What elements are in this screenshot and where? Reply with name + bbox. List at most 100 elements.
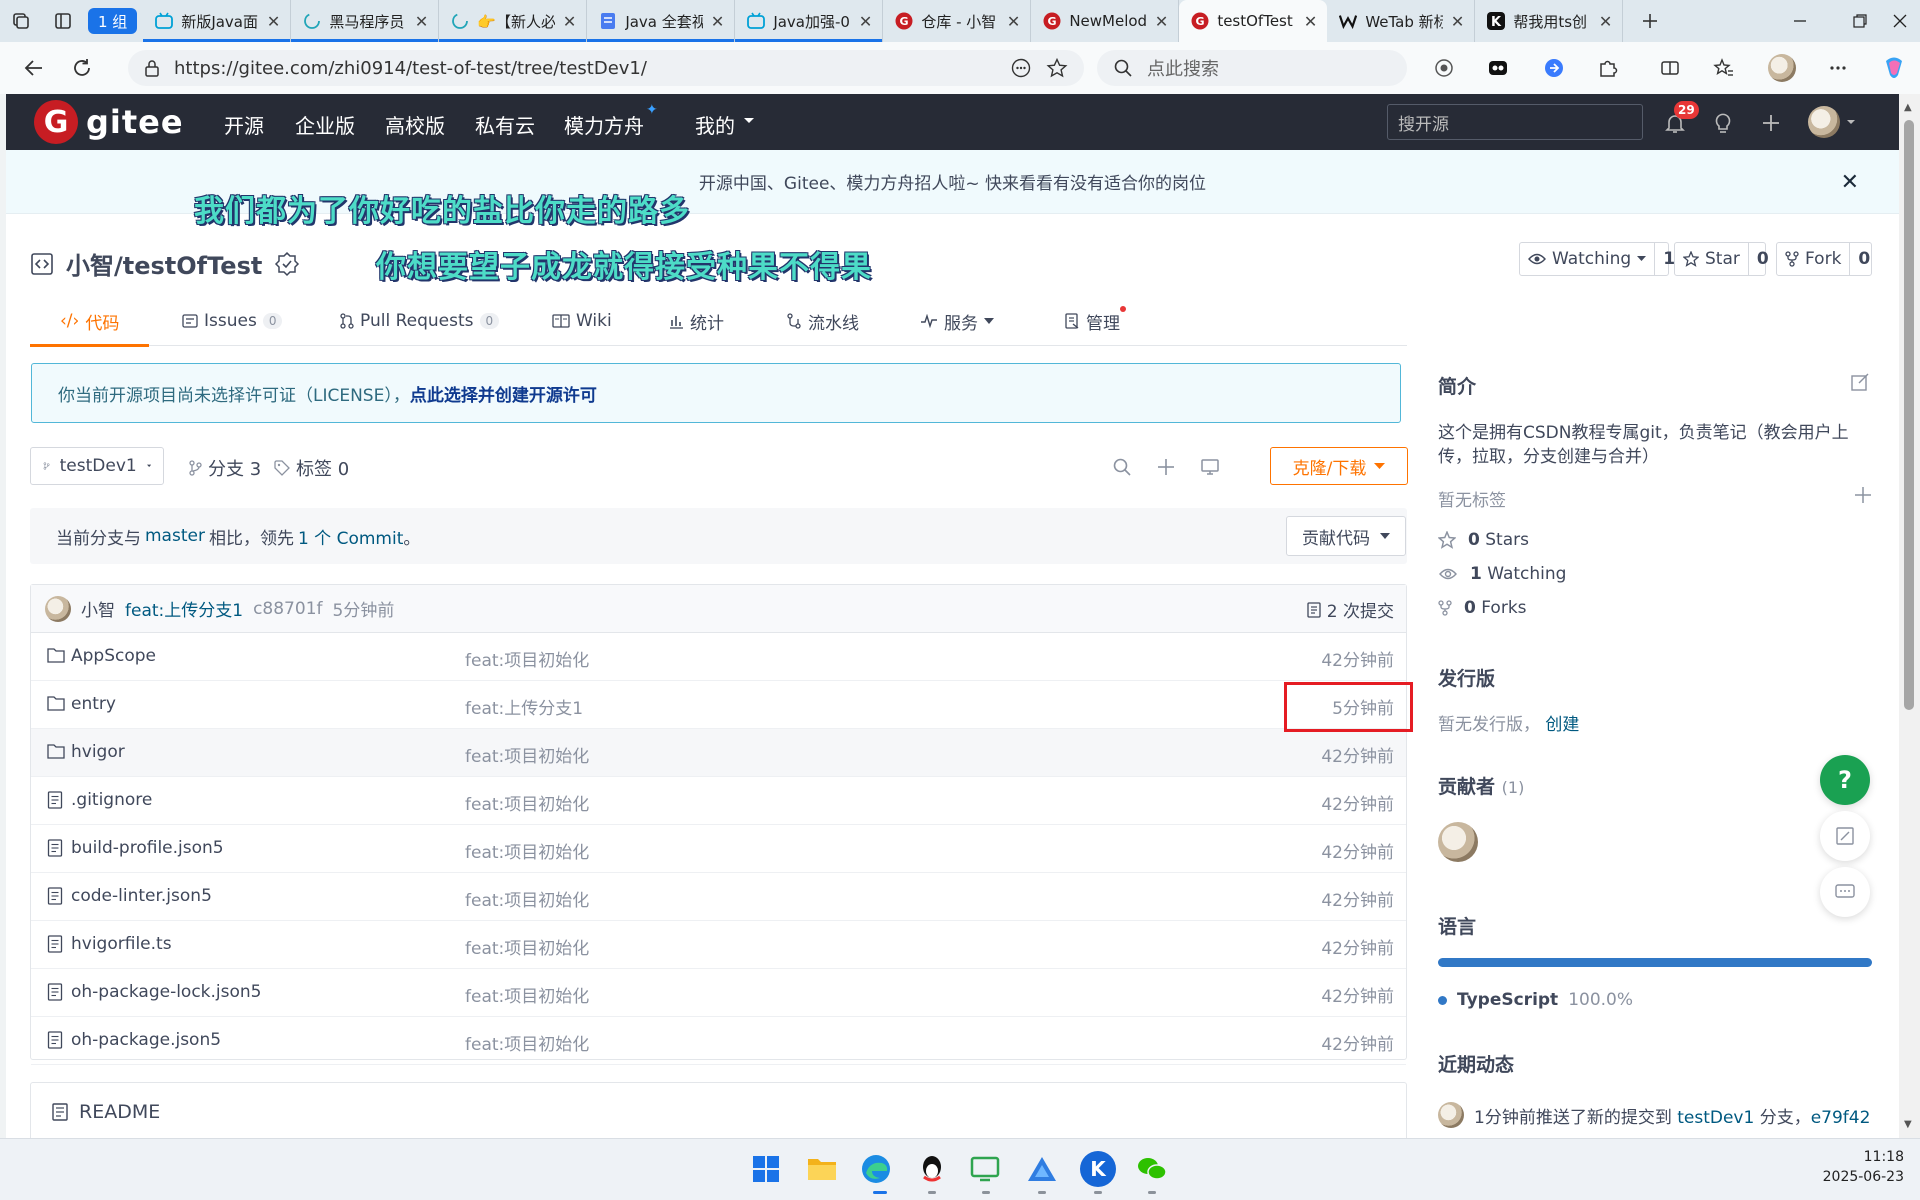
extension-shield-icon[interactable] bbox=[1428, 52, 1460, 84]
browser-tab[interactable]: Java加强-0 ✕ bbox=[735, 0, 884, 42]
scroll-up-icon[interactable]: ▲ bbox=[1904, 102, 1912, 113]
file-name-link[interactable]: entry bbox=[71, 694, 116, 714]
file-row[interactable]: oh-package.json5 feat:项目初始化 42分钟前 bbox=[31, 1017, 1406, 1065]
file-commit-message-link[interactable]: feat:项目初始化 bbox=[465, 982, 589, 1007]
refresh-icon[interactable] bbox=[58, 48, 106, 88]
badge-icon[interactable] bbox=[274, 251, 300, 277]
profile-avatar-icon[interactable] bbox=[1766, 52, 1798, 84]
qq-icon[interactable] bbox=[914, 1151, 950, 1187]
close-tab-icon[interactable]: ✕ bbox=[1304, 12, 1317, 31]
file-commit-message-link[interactable]: feat:项目初始化 bbox=[465, 742, 589, 767]
browser-tab[interactable]: 新版Java面 ✕ bbox=[143, 0, 292, 42]
user-menu[interactable] bbox=[1808, 106, 1856, 138]
favorite-star-icon[interactable] bbox=[1046, 57, 1068, 79]
feedback-button[interactable] bbox=[1820, 811, 1870, 861]
branches-link[interactable]: 分支 3 bbox=[188, 455, 261, 481]
browser-tab[interactable]: G 仓库 - 小智 ✕ bbox=[883, 0, 1032, 42]
file-name-link[interactable]: build-profile.json5 bbox=[71, 838, 224, 858]
help-button[interactable]: ? bbox=[1820, 755, 1870, 805]
contribute-button[interactable]: 贡献代码 bbox=[1286, 516, 1406, 556]
close-tab-icon[interactable]: ✕ bbox=[563, 12, 576, 31]
stars-stat[interactable]: 0 Stars bbox=[1438, 530, 1529, 550]
lock-icon[interactable] bbox=[144, 59, 160, 77]
nav-private-cloud[interactable]: 私有云 bbox=[475, 110, 535, 139]
branch-select[interactable]: testDev1 bbox=[30, 447, 164, 485]
close-icon[interactable]: ✕ bbox=[1841, 170, 1859, 195]
file-name-link[interactable]: oh-package.json5 bbox=[71, 1030, 221, 1050]
fork-count[interactable]: 0 bbox=[1849, 243, 1878, 275]
file-commit-message-link[interactable]: feat:项目初始化 bbox=[465, 838, 589, 863]
close-tab-icon[interactable]: ✕ bbox=[267, 12, 280, 31]
nav-education[interactable]: 高校版 bbox=[385, 110, 445, 139]
tab-wiki[interactable]: Wiki bbox=[552, 296, 612, 346]
lightbulb-icon[interactable] bbox=[1708, 108, 1738, 138]
browser-tab[interactable]: G NewMelod ✕ bbox=[1031, 0, 1180, 42]
gitee-logo[interactable]: G gitee bbox=[34, 100, 184, 144]
url-bar[interactable]: https://gitee.com/zhi0914/test-of-test/t… bbox=[128, 50, 1084, 86]
nav-open-source[interactable]: 开源 bbox=[224, 110, 264, 139]
search-icon[interactable] bbox=[1110, 455, 1134, 479]
contributor-avatar[interactable] bbox=[1438, 822, 1478, 862]
nav-mine[interactable]: 我的 bbox=[695, 110, 735, 139]
split-screen-icon[interactable] bbox=[1654, 52, 1686, 84]
kugou-music-icon[interactable]: K bbox=[1080, 1151, 1116, 1187]
file-row[interactable]: hvigorfile.ts feat:项目初始化 42分钟前 bbox=[31, 921, 1406, 969]
browser-tab[interactable]: Java 全套视 ✕ bbox=[587, 0, 736, 42]
announcement-text[interactable]: 开源中国、Gitee、模力方舟招人啦~ 快来看看有没有适合你的岗位 bbox=[699, 169, 1206, 194]
close-tab-icon[interactable]: ✕ bbox=[1155, 12, 1168, 31]
nav-moli-fangzhou[interactable]: 模力方舟 bbox=[564, 110, 644, 139]
star-button[interactable]: Star 0 bbox=[1674, 242, 1769, 276]
ahead-commit-link[interactable]: 1 个 Commit bbox=[298, 524, 403, 549]
minimize-icon[interactable] bbox=[1770, 0, 1830, 42]
chat-button[interactable] bbox=[1820, 867, 1870, 917]
wechat-icon[interactable] bbox=[1134, 1151, 1170, 1187]
file-explorer-icon[interactable] bbox=[804, 1151, 840, 1187]
nav-enterprise[interactable]: 企业版 bbox=[295, 110, 355, 139]
create-license-link[interactable]: 点此选择并创建开源许可 bbox=[410, 381, 597, 406]
tab-code[interactable]: ‹/› 代码 bbox=[29, 296, 150, 347]
file-commit-message-link[interactable]: feat:项目初始化 bbox=[465, 886, 589, 911]
page-scrollbar[interactable]: ▲ ▼ bbox=[1899, 94, 1920, 1138]
file-commit-message-link[interactable]: feat:上传分支1 bbox=[465, 694, 583, 719]
tab-actions-icon[interactable] bbox=[42, 0, 84, 42]
file-row[interactable]: hvigor feat:项目初始化 42分钟前 bbox=[31, 729, 1406, 777]
browser-tab[interactable]: WeTab 新标 ✕ bbox=[1327, 0, 1476, 42]
extension-glasses-icon[interactable] bbox=[1482, 52, 1514, 84]
commit-history-link[interactable]: 2 次提交 bbox=[1307, 597, 1394, 622]
extension-translate-icon[interactable] bbox=[1538, 52, 1570, 84]
commit-hash-link[interactable]: c88701f bbox=[253, 599, 322, 619]
tab-issues[interactable]: Issues 0 bbox=[182, 296, 283, 346]
copilot-icon[interactable] bbox=[1878, 52, 1910, 84]
browser-tab[interactable]: K 帮我用ts创 ✕ bbox=[1475, 0, 1624, 42]
back-icon[interactable] bbox=[10, 48, 58, 88]
remote-desktop-icon[interactable] bbox=[968, 1151, 1004, 1187]
tab-stats[interactable]: 统计 bbox=[668, 296, 724, 346]
extensions-puzzle-icon[interactable] bbox=[1592, 52, 1624, 84]
file-row[interactable]: code-linter.json5 feat:项目初始化 42分钟前 bbox=[31, 873, 1406, 921]
clone-download-button[interactable]: 克隆/下载 bbox=[1270, 447, 1408, 485]
file-commit-message-link[interactable]: feat:项目初始化 bbox=[465, 934, 589, 959]
favorites-icon[interactable] bbox=[1708, 52, 1740, 84]
tab-services[interactable]: 服务 bbox=[920, 296, 994, 346]
activity-branch-link[interactable]: testDev1 bbox=[1677, 1108, 1754, 1128]
watching-stat[interactable]: 1 Watching bbox=[1438, 564, 1566, 584]
scroll-thumb[interactable] bbox=[1904, 120, 1914, 710]
scroll-down-icon[interactable]: ▼ bbox=[1904, 1119, 1912, 1130]
tags-link[interactable]: 标签 0 bbox=[274, 455, 349, 481]
browser-tab[interactable]: 黑马程序员 ✕ bbox=[291, 0, 440, 42]
tab-admin[interactable]: 管理 bbox=[1064, 296, 1120, 346]
file-row[interactable]: .gitignore feat:项目初始化 42分钟前 bbox=[31, 777, 1406, 825]
reader-mode-icon[interactable] bbox=[1010, 57, 1032, 79]
close-window-icon[interactable] bbox=[1880, 0, 1920, 42]
base-branch-link[interactable]: master bbox=[145, 526, 205, 546]
browser-tab[interactable]: 👉【新人必 ✕ bbox=[439, 0, 588, 42]
file-row[interactable]: oh-package-lock.json5 feat:项目初始化 42分钟前 bbox=[31, 969, 1406, 1017]
more-options-icon[interactable] bbox=[1822, 52, 1854, 84]
new-tab-button[interactable] bbox=[1629, 0, 1671, 42]
close-tab-icon[interactable]: ✕ bbox=[1007, 12, 1020, 31]
edit-icon[interactable] bbox=[1850, 372, 1870, 392]
star-count[interactable]: 0 bbox=[1747, 243, 1777, 275]
plus-icon[interactable] bbox=[1756, 108, 1786, 138]
system-clock[interactable]: 11:18 2025-06-23 bbox=[1823, 1147, 1904, 1187]
commit-author[interactable]: 小智 bbox=[81, 596, 115, 621]
